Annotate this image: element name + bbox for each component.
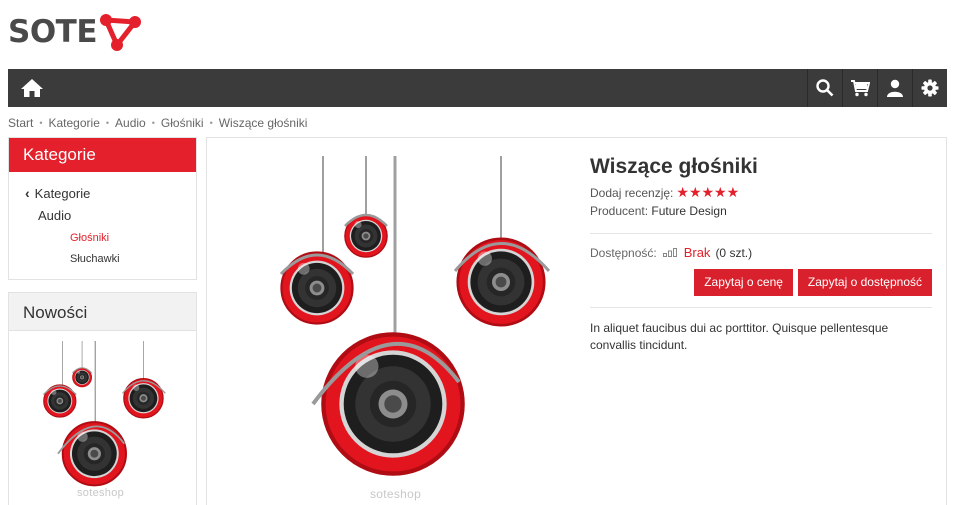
product-panel: soteshop Wiszące głośniki Dodaj recenzję…: [206, 137, 947, 505]
gear-icon[interactable]: [912, 69, 947, 107]
breadcrumb-current: Wiszące głośniki: [218, 116, 308, 130]
categories-panel: Kategorie ‹ Kategorie Audio Głośniki Słu…: [8, 137, 197, 280]
news-product-image[interactable]: [19, 341, 187, 501]
ask-price-button[interactable]: Zapytaj o cenę: [694, 269, 793, 296]
logo-text: SOTE: [8, 14, 98, 50]
producer-row: Producent: Future Design: [590, 204, 932, 218]
cart-icon[interactable]: [842, 69, 877, 107]
breadcrumb: Start • Kategorie • Audio • Głośniki • W…: [8, 116, 307, 130]
producer-label: Producent:: [590, 204, 649, 218]
top-navbar: [8, 69, 947, 107]
breadcrumb-item[interactable]: Start: [8, 116, 33, 130]
availability-quantity: (0 szt.): [715, 245, 753, 260]
logo-mark-icon: [100, 14, 142, 51]
category-item-sluchawki[interactable]: Słuchawki: [9, 249, 196, 270]
category-parent[interactable]: Audio: [9, 204, 196, 228]
availability-status: Brak: [683, 245, 711, 260]
product-title: Wiszące głośniki: [590, 155, 758, 178]
news-title: Nowości: [9, 293, 196, 331]
breadcrumb-separator: •: [39, 118, 43, 128]
ask-availability-button[interactable]: Zapytaj o dostępność: [797, 269, 932, 296]
category-item-glosniki[interactable]: Głośniki: [9, 228, 196, 249]
review-label[interactable]: Dodaj recenzję:: [590, 186, 673, 200]
breadcrumb-separator: •: [105, 118, 110, 128]
category-back-link[interactable]: ‹ Kategorie: [9, 182, 196, 204]
categories-title: Kategorie: [9, 138, 196, 172]
breadcrumb-item[interactable]: Głośniki: [161, 116, 204, 130]
user-icon[interactable]: [877, 69, 912, 107]
breadcrumb-separator: •: [209, 118, 213, 128]
availability-bars-icon: [662, 248, 677, 257]
product-info: Wiszące głośniki Dodaj recenzję: ★★★★★ P…: [590, 138, 932, 354]
divider: [590, 307, 932, 308]
product-description: In aliquet faucibus dui ac porttitor. Qu…: [590, 321, 889, 352]
product-image-watermark: soteshop: [370, 487, 422, 501]
action-buttons: Zapytaj o cenę Zapytaj o dostępność: [590, 269, 932, 296]
home-icon[interactable]: [20, 78, 44, 98]
review-row: Dodaj recenzję: ★★★★★: [590, 184, 932, 201]
news-panel: Nowości soteshop: [8, 292, 197, 505]
availability-label: Dostępność:: [590, 245, 657, 260]
breadcrumb-item[interactable]: Kategorie: [49, 116, 100, 130]
divider: [590, 233, 932, 234]
search-icon[interactable]: [807, 69, 842, 107]
rating-stars[interactable]: ★★★★★: [676, 184, 739, 201]
breadcrumb-item[interactable]: Audio: [115, 116, 146, 130]
product-image[interactable]: [247, 156, 577, 505]
category-back-label: Kategorie: [34, 185, 91, 201]
availability-row: Dostępność: Brak (0 szt.): [590, 244, 932, 261]
logo[interactable]: SOTE: [8, 10, 143, 54]
breadcrumb-separator: •: [151, 118, 155, 128]
categories-list: ‹ Kategorie Audio Głośniki Słuchawki: [9, 172, 196, 270]
producer-name[interactable]: Future Design: [651, 204, 726, 218]
news-image-watermark: soteshop: [77, 487, 125, 499]
chevron-left-icon: ‹: [25, 185, 30, 201]
